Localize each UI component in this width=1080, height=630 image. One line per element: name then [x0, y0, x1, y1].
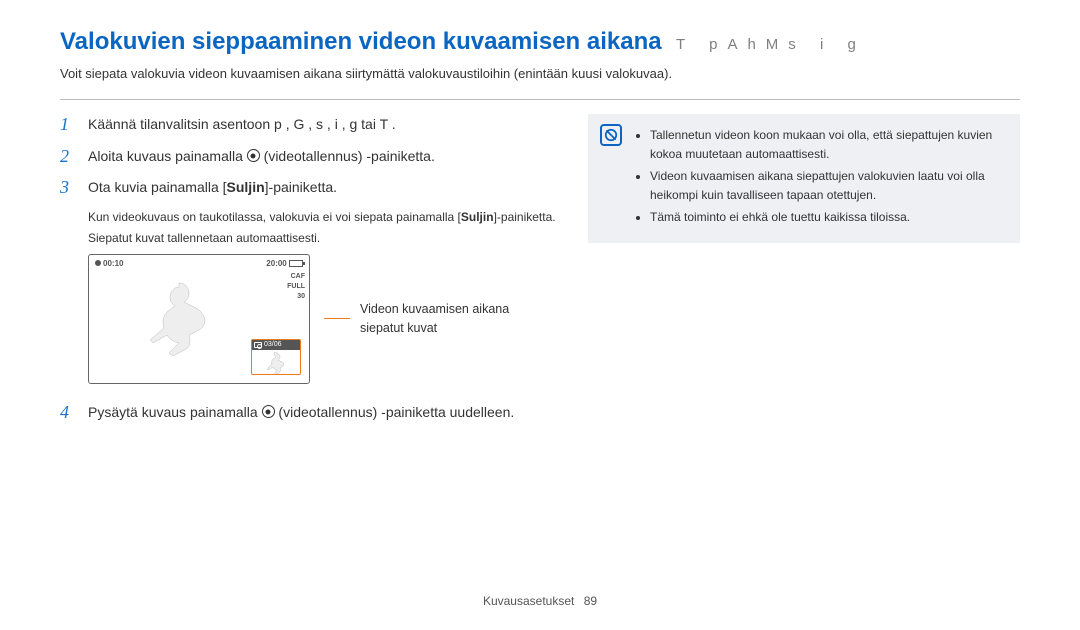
skater-silhouette — [119, 275, 239, 375]
left-column: 1 Käännä tilanvalitsin asentoon p , G , … — [60, 114, 560, 433]
captured-thumbnail: 03/06 — [251, 339, 301, 375]
step-body: Pysäytä kuvaus painamalla (videotallennu… — [88, 402, 514, 422]
step2-post: (videotallennus) -painiketta. — [260, 148, 435, 164]
step4-post: (videotallennus) -painiketta uudelleen. — [275, 404, 515, 420]
note1c: ]-painiketta. — [494, 210, 556, 224]
step-body: Ota kuvia painamalla [Suljin]-painiketta… — [88, 177, 337, 197]
step1-post: . — [388, 116, 396, 132]
step3-note-1: Kun videokuvaus on taukotilassa, valokuv… — [88, 209, 560, 226]
note-item: Tallennetun videon koon mukaan voi olla,… — [650, 126, 1004, 163]
intro-text: Voit siepata valokuvia videon kuvaamisen… — [60, 66, 1020, 81]
step-body: Aloita kuvaus painamalla (videotallennus… — [88, 146, 435, 166]
remain-time: 20:00 — [266, 259, 286, 268]
note-box: Tallennetun videon koon mukaan voi olla,… — [588, 114, 1020, 243]
step-3: 3 Ota kuvia painamalla [Suljin]-painiket… — [60, 177, 560, 199]
step-number: 4 — [60, 402, 88, 424]
lcd-right-icons: CAF FULL 30 — [287, 273, 305, 300]
note-item: Tämä toiminto ei ehkä ole tuettu kaikiss… — [650, 208, 1004, 227]
note1b: Suljin — [461, 210, 494, 224]
step3-pre: Ota kuvia painamalla [ — [88, 179, 227, 195]
title-suffix-modes: T pAhMs i g — [676, 36, 866, 53]
lcd-top-bar: 00:10 20:00 — [95, 259, 303, 268]
record-button-icon — [262, 405, 275, 418]
lcd-top-right: 20:00 — [266, 259, 303, 268]
shutter-button-name: Suljin — [227, 179, 265, 195]
record-button-icon — [247, 149, 260, 162]
screenshot-illustration: 00:10 20:00 CAF FULL 30 03/06 — [88, 254, 560, 384]
page-footer: Kuvausasetukset 89 — [0, 594, 1080, 608]
title-row: Valokuvien sieppaaminen videon kuvaamise… — [60, 28, 1020, 56]
callout-line — [324, 318, 350, 320]
step2-pre: Aloita kuvaus painamalla — [88, 148, 247, 164]
caf-icon: CAF — [291, 273, 305, 280]
footer-section: Kuvausasetukset — [483, 594, 574, 608]
step-number: 3 — [60, 177, 88, 199]
divider — [60, 99, 1020, 100]
callout: Videon kuvaamisen aikana siepatut kuvat — [324, 300, 530, 336]
note1a: Kun videokuvaus on taukotilassa, valokuv… — [88, 210, 461, 224]
note-list: Tallennetun videon koon mukaan voi olla,… — [636, 126, 1004, 227]
footer-page-number: 89 — [584, 594, 597, 608]
note-icon — [600, 124, 622, 146]
step1-modes: p , G , s , i , g tai T — [274, 116, 388, 132]
thumbnail-count: 03/06 — [264, 341, 282, 348]
fps-icon: 30 — [297, 293, 305, 300]
step1-pre: Käännä tilanvalitsin asentoon — [88, 116, 274, 132]
thumbnail-header: 03/06 — [252, 340, 300, 350]
step3-post: ]-painiketta. — [265, 179, 337, 195]
camera-icon — [254, 342, 262, 348]
fullhd-icon: FULL — [287, 283, 305, 290]
callout-label: Videon kuvaamisen aikana siepatut kuvat — [360, 300, 530, 336]
note-item: Videon kuvaamisen aikana siepattujen val… — [650, 167, 1004, 204]
step-number: 1 — [60, 114, 88, 136]
camera-lcd-mock: 00:10 20:00 CAF FULL 30 03/06 — [88, 254, 310, 384]
content-columns: 1 Käännä tilanvalitsin asentoon p , G , … — [60, 114, 1020, 433]
step-2: 2 Aloita kuvaus painamalla (videotallenn… — [60, 146, 560, 168]
page-title: Valokuvien sieppaaminen videon kuvaamise… — [60, 28, 662, 55]
rec-time: 00:10 — [103, 259, 123, 268]
step-4: 4 Pysäytä kuvaus painamalla (videotallen… — [60, 402, 560, 424]
rec-dot-icon — [95, 260, 101, 266]
battery-icon — [289, 260, 303, 267]
rec-indicator: 00:10 — [95, 259, 123, 268]
thumbnail-silhouette — [262, 352, 292, 374]
step4-pre: Pysäytä kuvaus painamalla — [88, 404, 262, 420]
manual-page: Valokuvien sieppaaminen videon kuvaamise… — [0, 0, 1080, 630]
step-1: 1 Käännä tilanvalitsin asentoon p , G , … — [60, 114, 560, 136]
step-number: 2 — [60, 146, 88, 168]
right-column: Tallennetun videon koon mukaan voi olla,… — [588, 114, 1020, 433]
step-body: Käännä tilanvalitsin asentoon p , G , s … — [88, 114, 396, 134]
step3-note-2: Siepatut kuvat tallennetaan automaattise… — [88, 230, 560, 247]
